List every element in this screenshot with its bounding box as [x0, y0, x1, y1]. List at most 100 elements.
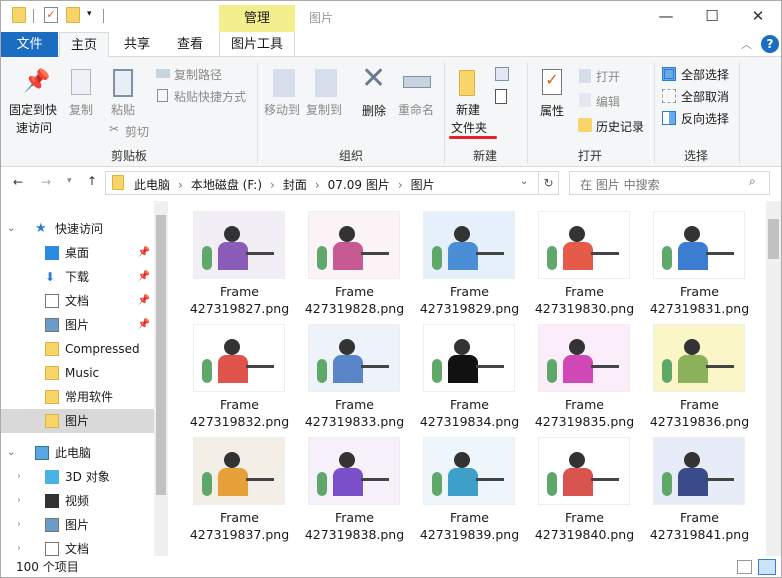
nav-item[interactable]: Music [1, 361, 154, 385]
crumb[interactable]: 图片 [411, 178, 435, 192]
nav-item[interactable]: › 3D 对象 [1, 465, 154, 489]
maximize-button[interactable]: ☐ [689, 1, 735, 31]
chevron-down-icon[interactable]: ⌄ [7, 441, 15, 465]
address-bar[interactable]: 此电脑 › 本地磁盘 (F:) › 封面 › 07.09 图片 › 图片 ⌄ ↻ [105, 171, 559, 195]
new-folder-qa-icon[interactable] [66, 7, 80, 23]
crumb[interactable]: 07.09 图片 [328, 178, 390, 192]
image-thumbnail[interactable] [653, 211, 745, 279]
nav-item[interactable]: › 视频 [1, 489, 154, 513]
properties-qa-icon[interactable]: ✓ [44, 7, 58, 23]
open-button[interactable]: 打开 [596, 68, 620, 85]
image-thumbnail[interactable] [308, 211, 400, 279]
file-name[interactable]: Frame 427319835.png [527, 396, 642, 430]
nav-item[interactable]: 文档 📌 [1, 289, 154, 313]
nav-item[interactable]: ⌄ 此电脑 [1, 441, 154, 465]
file-name[interactable]: Frame 427319827.png [182, 283, 297, 317]
easy-access-icon[interactable] [495, 89, 507, 104]
image-thumbnail[interactable] [193, 211, 285, 279]
details-view-button[interactable] [737, 560, 752, 574]
new-item-icon[interactable] [495, 67, 509, 81]
pin-quick-access-button[interactable]: 固定到快 [9, 101, 57, 118]
chevron-right-icon[interactable]: › [17, 465, 21, 489]
nav-item[interactable]: 图片 [1, 409, 154, 433]
nav-item[interactable]: ⬇ 下载 📌 [1, 265, 154, 289]
copy-button[interactable]: 复制 [69, 101, 93, 118]
image-thumbnail[interactable] [193, 437, 285, 505]
chevron-down-icon[interactable]: ⌄ [7, 217, 15, 241]
recent-locations-dropdown[interactable]: ▾ [67, 176, 72, 186]
invert-selection-button[interactable]: 反向选择 [681, 110, 729, 127]
tab-picture-tools[interactable]: 图片工具 [219, 32, 295, 57]
crumb[interactable]: 封面 [283, 178, 307, 192]
select-none-button[interactable]: 全部取消 [681, 88, 729, 105]
file-name[interactable]: Frame 427319833.png [297, 396, 412, 430]
address-dropdown[interactable]: ⌄ [520, 176, 528, 187]
nav-item[interactable]: ⌄ ★ 快速访问 [1, 217, 154, 241]
paste-button[interactable]: 粘贴 [111, 101, 135, 118]
select-all-button[interactable]: 全部选择 [681, 66, 729, 83]
chevron-right-icon[interactable]: › [17, 489, 21, 513]
nav-scrollbar[interactable] [154, 201, 168, 556]
file-name[interactable]: Frame 427319831.png [642, 283, 757, 317]
content-scrollbar-thumb[interactable] [768, 219, 779, 259]
file-name[interactable]: Frame 427319841.png [642, 509, 757, 543]
nav-item[interactable]: › 文档 [1, 537, 154, 556]
image-thumbnail[interactable] [653, 324, 745, 392]
move-to-button[interactable]: 移动到 [264, 101, 300, 118]
collapse-ribbon-icon[interactable]: ︿ [741, 36, 752, 52]
image-thumbnail[interactable] [423, 324, 515, 392]
close-button[interactable]: ✕ [735, 1, 781, 31]
refresh-button[interactable]: ↻ [538, 172, 558, 194]
file-name[interactable]: Frame 427319830.png [527, 283, 642, 317]
rename-button[interactable]: 重命名 [398, 101, 434, 118]
forward-button[interactable]: → [41, 175, 51, 189]
cut-button[interactable]: 剪切 [125, 123, 149, 140]
up-button[interactable]: ↑ [87, 174, 97, 188]
paste-shortcut-button[interactable]: 粘贴快捷方式 [174, 88, 246, 105]
file-name[interactable]: Frame 427319839.png [412, 509, 527, 543]
file-name[interactable]: Frame 427319829.png [412, 283, 527, 317]
file-name[interactable]: Frame 427319837.png [182, 509, 297, 543]
file-name[interactable]: Frame 427319838.png [297, 509, 412, 543]
search-input[interactable]: 在 图片 中搜索 [569, 171, 770, 195]
image-thumbnail[interactable] [308, 437, 400, 505]
file-name[interactable]: Frame 427319832.png [182, 396, 297, 430]
tab-share[interactable]: 共享 [113, 32, 161, 57]
nav-item[interactable]: › 图片 [1, 513, 154, 537]
large-icons-view-button[interactable] [758, 559, 776, 575]
nav-item[interactable]: 图片 📌 [1, 313, 154, 337]
file-name[interactable]: Frame 427319834.png [412, 396, 527, 430]
new-folder-button[interactable]: 新建 [456, 101, 480, 118]
image-thumbnail[interactable] [308, 324, 400, 392]
history-button[interactable]: 历史记录 [596, 118, 644, 135]
crumb[interactable]: 本地磁盘 (F:) [191, 178, 262, 192]
copy-to-button[interactable]: 复制到 [306, 101, 342, 118]
nav-scrollbar-thumb[interactable] [156, 215, 166, 495]
back-button[interactable]: ← [13, 175, 23, 189]
image-thumbnail[interactable] [538, 437, 630, 505]
customize-qa-dropdown[interactable]: ▾ [87, 9, 92, 19]
chevron-right-icon[interactable]: › [17, 537, 21, 556]
file-name[interactable]: Frame 427319828.png [297, 283, 412, 317]
image-thumbnail[interactable] [423, 437, 515, 505]
minimize-button[interactable]: — [643, 1, 689, 31]
delete-button[interactable]: 删除 [362, 102, 386, 119]
tab-home[interactable]: 主页 [59, 32, 109, 58]
image-thumbnail[interactable] [538, 211, 630, 279]
tab-file[interactable]: 文件 [1, 32, 58, 57]
file-name[interactable]: Frame 427319836.png [642, 396, 757, 430]
crumb[interactable]: 此电脑 [134, 178, 170, 192]
chevron-right-icon[interactable]: › [17, 513, 21, 537]
image-thumbnail[interactable] [538, 324, 630, 392]
nav-item[interactable]: Compressed [1, 337, 154, 361]
content-scrollbar[interactable] [766, 201, 781, 556]
file-name[interactable]: Frame 427319840.png [527, 509, 642, 543]
context-tab-manage[interactable]: 管理 [219, 5, 295, 32]
image-thumbnail[interactable] [193, 324, 285, 392]
nav-item[interactable]: 桌面 📌 [1, 241, 154, 265]
image-thumbnail[interactable] [423, 211, 515, 279]
image-thumbnail[interactable] [653, 437, 745, 505]
help-icon[interactable]: ? [761, 35, 779, 53]
copy-path-button[interactable]: 复制路径 [174, 66, 222, 83]
nav-item[interactable]: 常用软件 [1, 385, 154, 409]
